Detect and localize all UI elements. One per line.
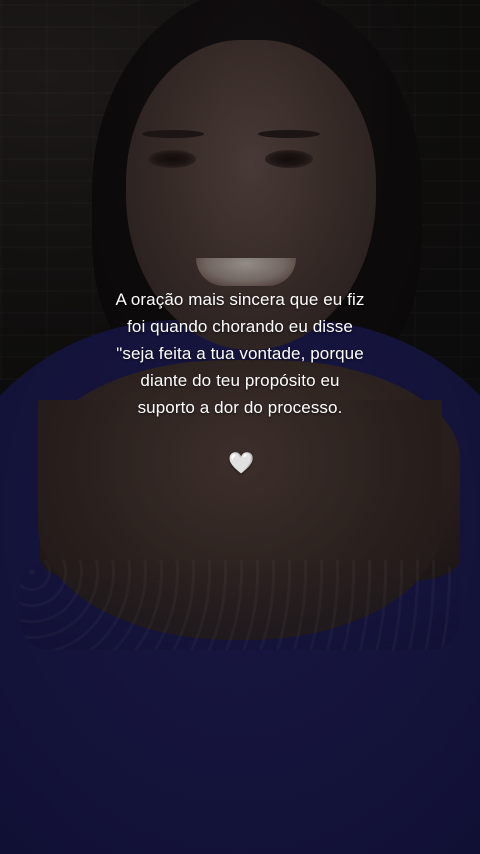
dark-overlay xyxy=(0,0,480,854)
story-caption: A oração mais sincera que eu fiz foi qua… xyxy=(90,286,390,421)
white-heart-icon: 🤍 xyxy=(228,451,255,475)
caption-line: "seja feita a tua vontade, porque xyxy=(116,344,364,363)
caption-line: diante do teu propósito eu xyxy=(140,371,340,390)
story-screen[interactable]: A oração mais sincera que eu fiz foi qua… xyxy=(0,0,480,854)
caption-line: foi quando chorando eu disse xyxy=(127,317,353,336)
caption-line: A oração mais sincera que eu fiz xyxy=(115,290,365,309)
caption-line: suporto a dor do processo. xyxy=(137,398,343,417)
background-photo xyxy=(0,0,480,854)
